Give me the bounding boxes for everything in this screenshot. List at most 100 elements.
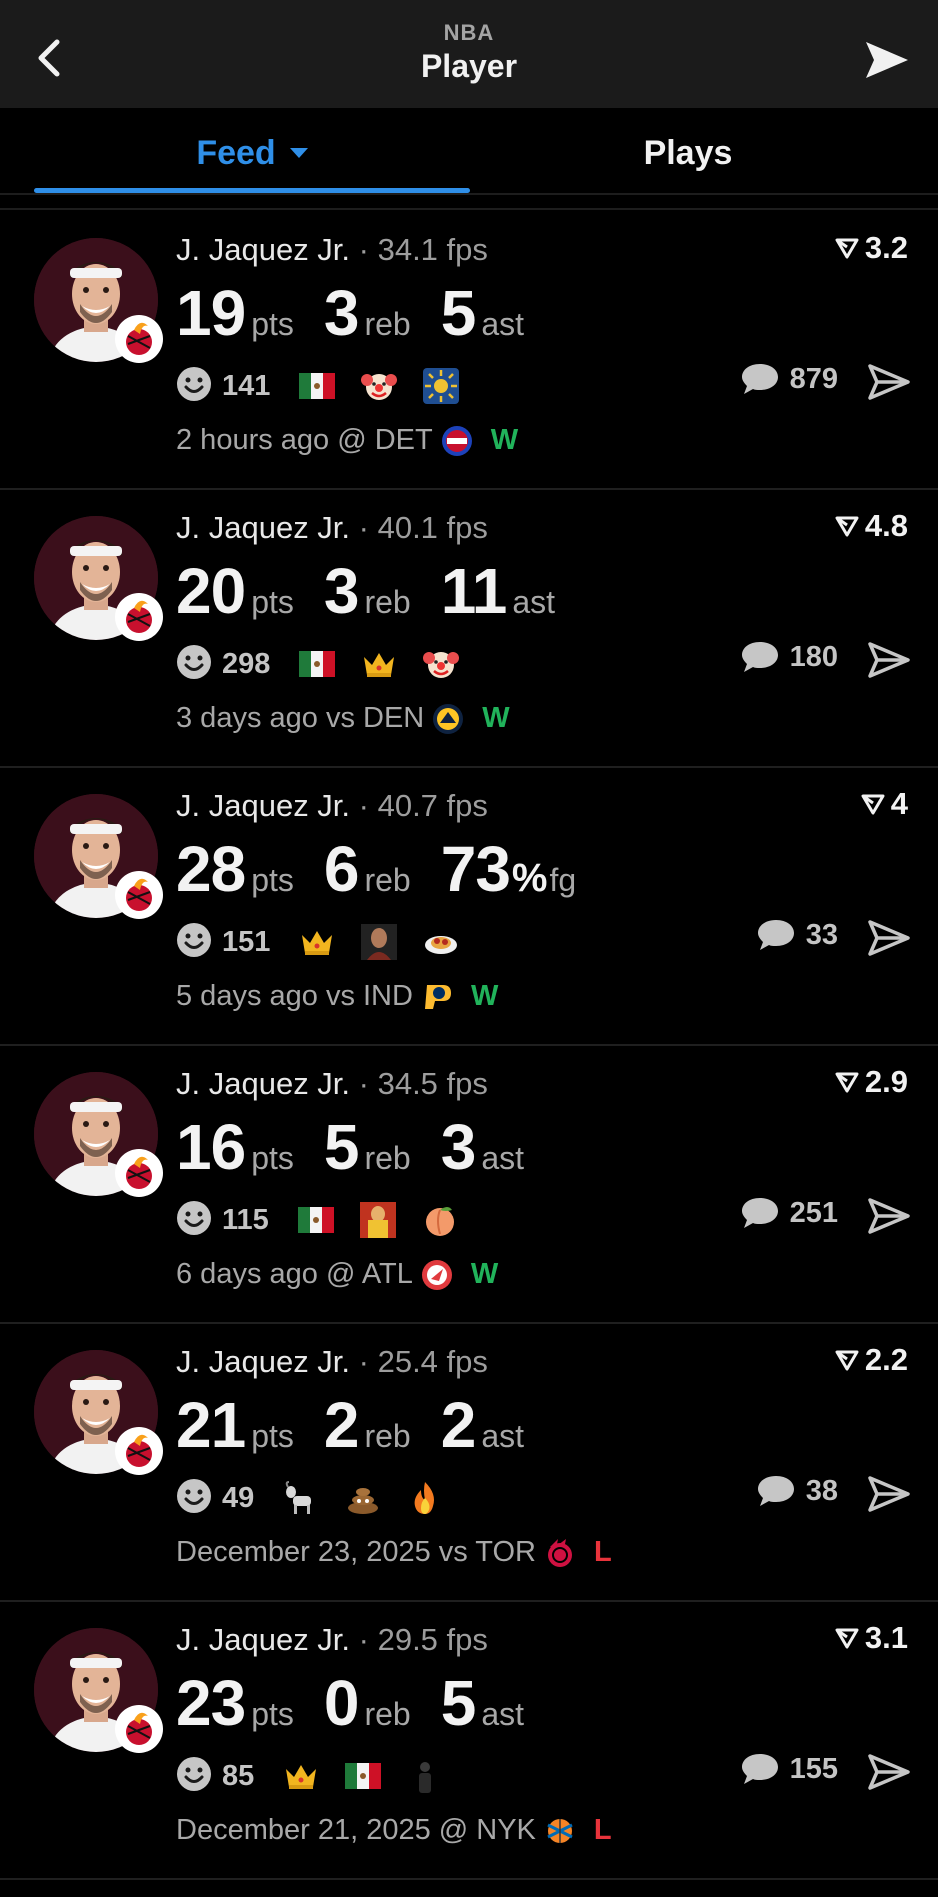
add-reaction-button[interactable] xyxy=(176,644,212,685)
game-when: 3 days ago vs DEN xyxy=(176,702,425,734)
page-title: Player xyxy=(420,48,518,84)
mexico-flag-icon[interactable] xyxy=(297,1201,335,1239)
tab-plays[interactable]: Plays xyxy=(470,128,906,178)
comment-count: 251 xyxy=(789,1196,838,1229)
rating-icon xyxy=(835,238,859,259)
caret-down-icon xyxy=(289,148,308,158)
share-post-button[interactable] xyxy=(868,642,910,678)
share-post-button[interactable] xyxy=(868,1754,910,1790)
reactions-row: 85 xyxy=(176,1756,468,1796)
team-logo-icon xyxy=(115,871,163,919)
poop-icon[interactable] xyxy=(344,1479,382,1517)
share-post-button[interactable] xyxy=(868,1198,910,1234)
comment-count: 180 xyxy=(789,640,838,673)
peach-icon[interactable] xyxy=(421,1201,459,1239)
reaction-count: 151 xyxy=(222,925,271,958)
rating-value: 3.2 xyxy=(864,230,908,265)
fps-score: · 40.1 fps xyxy=(358,510,488,545)
rating: 4.8 xyxy=(835,508,908,544)
add-reaction-button[interactable] xyxy=(176,1200,212,1241)
crown-icon[interactable] xyxy=(298,923,336,961)
smiley-icon xyxy=(177,366,211,401)
stat-unit: pts xyxy=(251,862,294,898)
game-info[interactable]: 6 days ago @ ATL W xyxy=(176,1258,498,1291)
rating-value: 2.9 xyxy=(864,1064,908,1099)
stat-unit: ast xyxy=(481,1696,524,1732)
comments-button[interactable]: 155 xyxy=(740,1752,838,1786)
comments-button[interactable]: 251 xyxy=(740,1196,838,1230)
mexico-flag-icon[interactable] xyxy=(298,645,336,683)
game-info[interactable]: 5 days ago vs IND W xyxy=(176,980,498,1013)
feed-card[interactable]: J. Jaquez Jr. · 34.1 fps 3.2 19 pts 3 re… xyxy=(0,210,938,490)
share-button[interactable] xyxy=(864,40,910,80)
hawks-logo-icon xyxy=(421,1259,453,1291)
player-name[interactable]: J. Jaquez Jr. xyxy=(176,1066,350,1101)
comments-button[interactable]: 180 xyxy=(740,640,838,674)
header-title-block: NBA Player xyxy=(0,20,938,85)
comments-button[interactable]: 879 xyxy=(740,362,838,396)
team-logo-icon xyxy=(115,1705,163,1753)
share-post-button[interactable] xyxy=(868,920,910,956)
stat-unit: reb xyxy=(364,306,411,342)
fps-score: · 40.7 fps xyxy=(358,788,488,823)
player-name[interactable]: J. Jaquez Jr. xyxy=(176,1344,350,1379)
stat-unit: ast xyxy=(481,1418,524,1454)
goat-icon[interactable] xyxy=(282,1479,320,1517)
player-name[interactable]: J. Jaquez Jr. xyxy=(176,232,350,267)
share-post-button[interactable] xyxy=(868,1476,910,1512)
player-name[interactable]: J. Jaquez Jr. xyxy=(176,1622,350,1657)
mexico-flag-icon[interactable] xyxy=(344,1757,382,1795)
stat-line: 23 pts 0 reb 5 ast xyxy=(176,1666,554,1739)
spaghetti-icon[interactable] xyxy=(422,923,460,961)
send-icon xyxy=(868,920,910,956)
game-when: December 21, 2025 @ NYK xyxy=(176,1814,536,1846)
send-icon xyxy=(866,42,908,78)
add-reaction-button[interactable] xyxy=(176,922,212,963)
knicks-logo-icon xyxy=(544,1815,576,1847)
comment-count: 879 xyxy=(789,362,838,395)
crown-icon[interactable] xyxy=(282,1757,320,1795)
add-reaction-button[interactable] xyxy=(176,1756,212,1797)
game-info[interactable]: December 23, 2025 vs TOR L xyxy=(176,1536,612,1569)
share-post-button[interactable] xyxy=(868,364,910,400)
game-info[interactable]: December 21, 2025 @ NYK L xyxy=(176,1814,612,1847)
game-info[interactable]: 3 days ago vs DEN W xyxy=(176,702,510,735)
stat-value: 2 xyxy=(323,1389,360,1461)
stat-value: 0 xyxy=(323,1667,360,1739)
feed-card[interactable]: J. Jaquez Jr. · 40.1 fps 4.8 20 pts 3 re… xyxy=(0,488,938,768)
reactions-row: 298 xyxy=(176,644,484,684)
team-logo-icon xyxy=(115,593,163,641)
stat-unit: pts xyxy=(251,584,294,620)
rating-icon xyxy=(835,1072,859,1093)
stat-line: 21 pts 2 reb 2 ast xyxy=(176,1388,554,1461)
fire-icon[interactable] xyxy=(406,1479,444,1517)
game-info[interactable]: 2 hours ago @ DET W xyxy=(176,424,518,457)
player-name[interactable]: J. Jaquez Jr. xyxy=(176,510,350,545)
mexico-flag-icon[interactable] xyxy=(298,367,336,405)
player-photo-icon[interactable] xyxy=(360,923,398,961)
feed-card[interactable]: J. Jaquez Jr. · 25.4 fps 2.2 21 pts 2 re… xyxy=(0,1322,938,1602)
fps-score: · 34.5 fps xyxy=(358,1066,488,1101)
league-label: NBA xyxy=(443,20,495,45)
person-silhouette-icon[interactable] xyxy=(406,1757,444,1795)
feed-card[interactable]: J. Jaquez Jr. · 34.5 fps 2.9 16 pts 5 re… xyxy=(0,1044,938,1324)
comments-button[interactable]: 38 xyxy=(756,1474,838,1508)
add-reaction-button[interactable] xyxy=(176,366,212,407)
crown-icon[interactable] xyxy=(360,645,398,683)
clown-face-icon[interactable] xyxy=(360,367,398,405)
heat-logo-badge xyxy=(114,870,164,920)
tab-feed[interactable]: Feed xyxy=(34,128,470,178)
comments-button[interactable]: 33 xyxy=(756,918,838,952)
add-reaction-button[interactable] xyxy=(176,1478,212,1519)
comment-bubble-icon xyxy=(741,364,778,394)
feed-card[interactable]: J. Jaquez Jr. · 40.7 fps 4 28 pts 6 reb … xyxy=(0,766,938,1046)
smiley-icon xyxy=(177,1478,211,1513)
reactions-row: 151 xyxy=(176,922,484,962)
sun-tile-icon[interactable] xyxy=(422,367,460,405)
feed-card[interactable]: J. Jaquez Jr. · 29.5 fps 3.1 23 pts 0 re… xyxy=(0,1600,938,1880)
stat-unit: fg xyxy=(549,862,577,898)
clown-face-icon[interactable] xyxy=(422,645,460,683)
wrestler-icon[interactable] xyxy=(359,1201,397,1239)
send-icon xyxy=(868,1198,910,1234)
player-name[interactable]: J. Jaquez Jr. xyxy=(176,788,350,823)
